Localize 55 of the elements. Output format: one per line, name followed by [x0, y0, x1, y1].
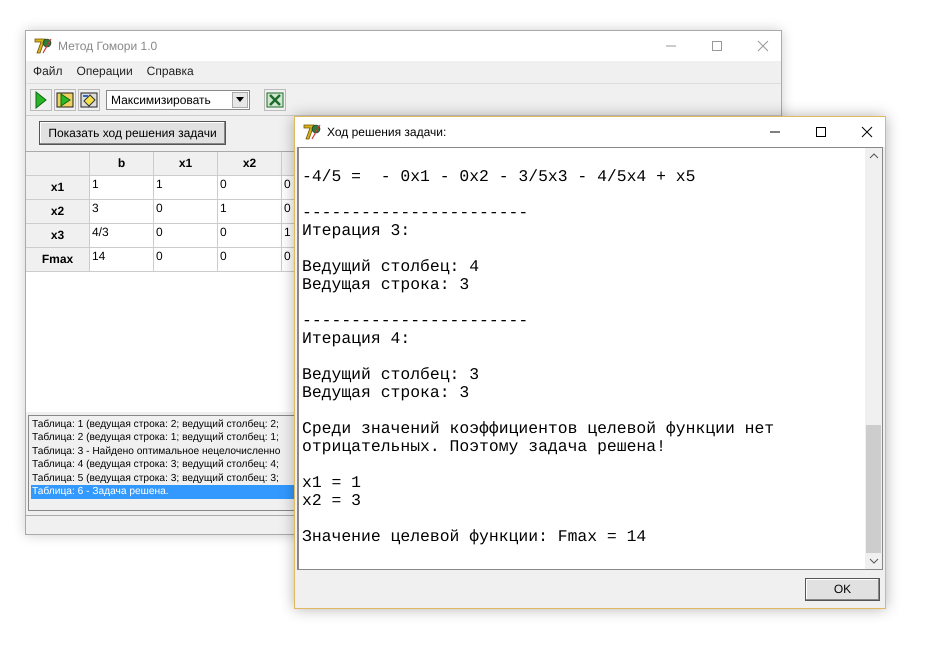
solution-line: Значение целевой функции: Fmax = 14: [302, 528, 648, 546]
table-cell: 0: [154, 200, 218, 224]
column-header: x1: [154, 152, 218, 176]
solution-line: Итерация 4:: [302, 330, 412, 348]
dialog-title: Ход решения задачи:: [327, 125, 446, 139]
scroll-thumb[interactable]: [866, 425, 881, 553]
table-cell: 4/3: [90, 224, 154, 248]
scroll-down-icon[interactable]: [868, 558, 878, 564]
solution-line: Среди значений коэффициентов целевой функции нет: [302, 420, 776, 438]
table-cell: 14: [90, 248, 154, 272]
row-header: x2: [26, 200, 90, 224]
window-title: Метод Гомори 1.0: [58, 39, 158, 53]
app-icon: [303, 123, 321, 141]
table-cell: 0: [154, 248, 218, 272]
eraser-icon: [80, 90, 98, 109]
vertical-scrollbar[interactable]: [865, 148, 882, 569]
table-cell: 0: [154, 224, 218, 248]
solution-line: Ведущая строка: 3: [302, 276, 470, 294]
table-cell: 1: [218, 200, 282, 224]
spreadsheet-icon: [266, 92, 284, 108]
solution-line: -----------------------: [302, 312, 530, 330]
solution-line: Ведущая строка: 3: [302, 384, 470, 402]
solution-line: Ведущий столбец: 3: [302, 366, 480, 384]
row-header: x3: [26, 224, 90, 248]
clear-button[interactable]: [78, 88, 100, 111]
scroll-up-icon[interactable]: [868, 153, 878, 159]
table-cell: 1: [90, 176, 154, 200]
run-button[interactable]: [30, 88, 52, 111]
column-header: b: [90, 152, 154, 176]
menu-item[interactable]: Операции: [76, 64, 133, 80]
table-cell: 1: [154, 176, 218, 200]
close-icon[interactable]: [861, 126, 873, 138]
show-solution-button[interactable]: Показать ход решения задачи: [39, 121, 226, 146]
ok-button[interactable]: OK: [805, 578, 880, 600]
maximize-icon[interactable]: [815, 126, 827, 138]
table-cell: 3: [90, 200, 154, 224]
solution-text-area[interactable]: [297, 147, 883, 570]
solution-line: отрицательных. Поэтому задача решена!: [302, 438, 667, 456]
play-icon: [34, 90, 48, 109]
step-icon: [56, 90, 74, 109]
row-header: x1: [26, 176, 90, 200]
column-header: x2: [218, 152, 282, 176]
dropdown-arrow-icon: [236, 97, 244, 102]
menu-item[interactable]: Справка: [146, 64, 194, 80]
mode-select[interactable]: Максимизировать: [106, 90, 250, 110]
solution-line: x1 = 1: [302, 474, 362, 492]
row-header: Fmax: [26, 248, 90, 272]
table-cell: 0: [218, 176, 282, 200]
export-button[interactable]: [264, 88, 286, 111]
table-cell: 0: [218, 248, 282, 272]
app-icon: [34, 37, 52, 55]
menu-item[interactable]: Файл: [33, 64, 63, 80]
solution-line: x2 = 3: [302, 492, 362, 510]
step-button[interactable]: [54, 88, 76, 111]
table-cell: 0: [218, 224, 282, 248]
